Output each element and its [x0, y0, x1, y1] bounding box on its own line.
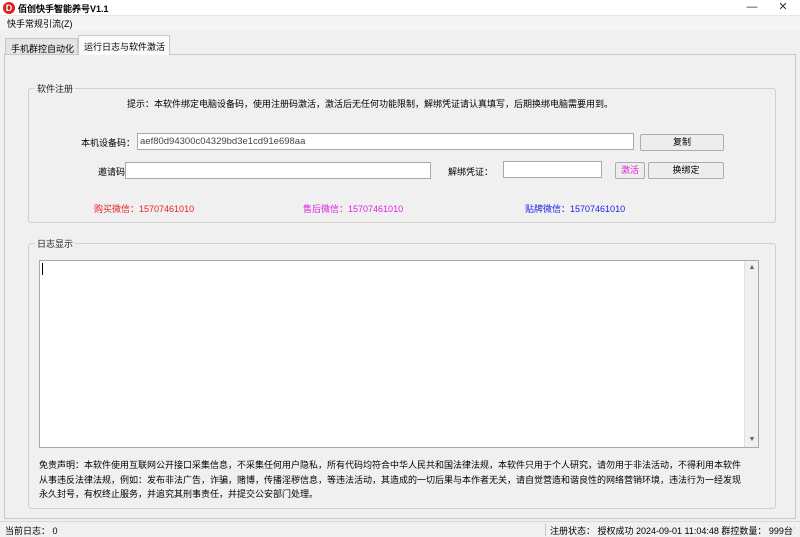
aftersales-wechat-value: 15707461010 [348, 204, 404, 214]
aftersales-wechat-label: 售后微信： [303, 204, 349, 214]
tab-phone-group-control[interactable]: 手机群控自动化 [5, 38, 78, 54]
invite-code-input[interactable] [125, 162, 431, 179]
disclaimer: 免责声明：本软件使用互联网公开接口采集信息，不采集任何用户隐私，所有代码均符合中… [39, 458, 764, 502]
minimize-button[interactable]: — [737, 0, 767, 16]
log-group: 日志显示 ▲ ▼ 免责声明：本软件使用互联网公开接口采集信息，不采集任何用户隐私… [28, 237, 776, 509]
registration-group: 软件注册 提示：本软件绑定电脑设备码，使用注册码激活，激活后无任何功能限制，解绑… [28, 82, 776, 223]
menu-bar: 快手常规引流(Z) [0, 16, 800, 30]
purchase-wechat: 购买微信：15707461010 [94, 202, 194, 215]
unbind-credential-input[interactable] [503, 161, 602, 178]
disclaimer-line: 永久封号，有权终止服务，并追究其刑事责任，并提交公安部门处理。 [39, 489, 319, 499]
tab-log-activation[interactable]: 运行日志与软件激活 [78, 35, 170, 55]
status-separator [545, 523, 546, 536]
log-group-title: 日志显示 [35, 237, 76, 250]
aftersales-wechat: 售后微信：15707461010 [303, 202, 403, 215]
scroll-down-arrow-icon[interactable]: ▼ [745, 433, 759, 447]
menu-item-kuaishou-traffic[interactable]: 快手常规引流(Z) [7, 17, 73, 30]
oem-wechat: 贴牌微信：15707461010 [525, 202, 625, 215]
tab-panel: 软件注册 提示：本软件绑定电脑设备码，使用注册码激活，激活后无任何功能限制，解绑… [4, 54, 796, 519]
registration-hint: 提示：本软件绑定电脑设备码，使用注册码激活，激活后无任何功能限制，解绑凭证请认真… [127, 99, 614, 109]
log-scrollbar[interactable]: ▲ ▼ [744, 261, 758, 447]
device-code-field[interactable]: aef80d94300c04329bd3e1cd91e698aa [137, 133, 634, 150]
rebind-button[interactable]: 换绑定 [648, 162, 724, 179]
window-title: 佰创快手智能养号V1.1 [18, 4, 109, 14]
status-bar: 当前日志： 0 注册状态： 授权成功 2024-09-01 11:04:48 群… [0, 521, 800, 537]
scroll-up-arrow-icon[interactable]: ▲ [745, 261, 759, 275]
purchase-wechat-label: 购买微信： [94, 204, 140, 214]
device-code-label: 本机设备码： [81, 138, 136, 148]
title-bar: D 佰创快手智能养号V1.1 — ✕ [0, 0, 800, 16]
close-button[interactable]: ✕ [768, 0, 798, 16]
current-log-count: 当前日志： 0 [5, 526, 58, 536]
text-caret [42, 263, 43, 275]
disclaimer-line: 从事违反法律法规，例如：发布非法广告，诈骗，赌博，传播淫秽信息，等违法活动，其造… [39, 474, 742, 485]
log-textarea[interactable]: ▲ ▼ [39, 260, 759, 448]
disclaimer-line: 免责声明：本软件使用互联网公开接口采集信息，不采集任何用户隐私，所有代码均符合中… [39, 460, 742, 470]
registration-status: 注册状态： 授权成功 2024-09-01 11:04:48 群控数量： 999… [550, 526, 793, 536]
oem-wechat-value: 15707461010 [570, 204, 626, 214]
unbind-credential-label: 解绑凭证： [448, 167, 494, 177]
oem-wechat-label: 贴牌微信： [525, 204, 571, 214]
purchase-wechat-value: 15707461010 [139, 204, 195, 214]
app-logo-icon: D [3, 2, 15, 14]
activate-button[interactable]: 激活 [615, 162, 645, 179]
registration-group-title: 软件注册 [35, 82, 76, 95]
copy-button[interactable]: 复制 [640, 134, 724, 151]
resize-grip-icon[interactable]: ⋰ [788, 526, 798, 536]
